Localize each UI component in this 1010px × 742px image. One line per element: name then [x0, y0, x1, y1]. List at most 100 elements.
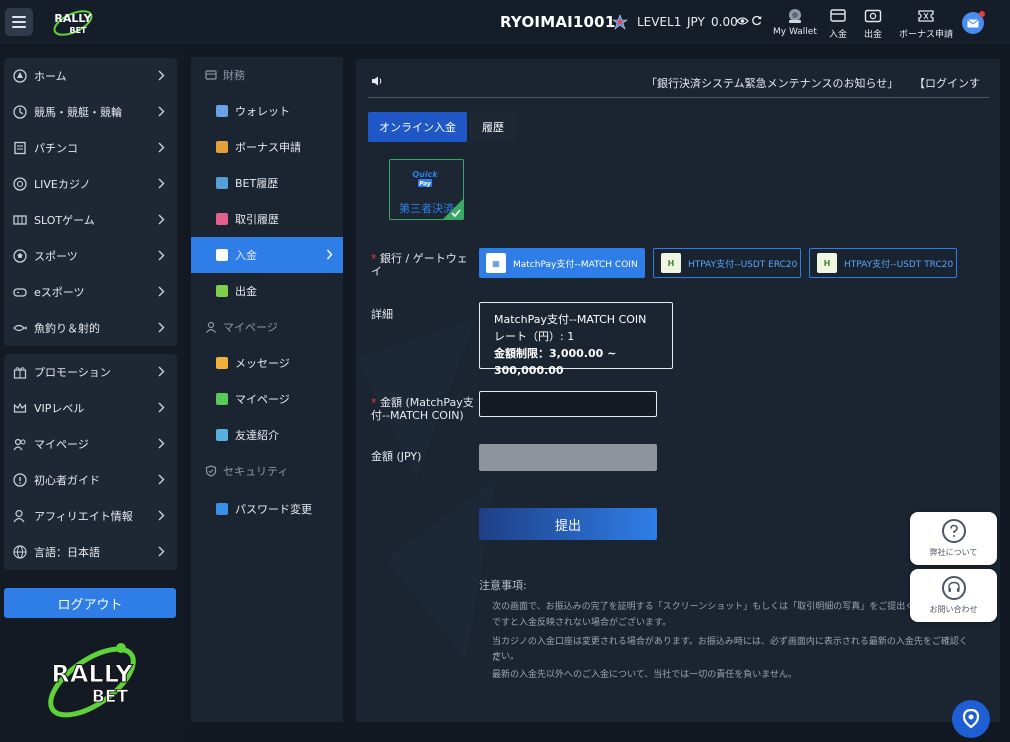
- lock-icon: [216, 503, 228, 515]
- bet-history-icon: [216, 177, 228, 189]
- eye-icon[interactable]: [736, 16, 749, 26]
- svg-text:BET: BET: [69, 26, 87, 35]
- bonus-ticket-icon: [918, 10, 934, 22]
- submit-button[interactable]: 提出: [479, 508, 657, 540]
- subnav-item-messages[interactable]: メッセージ: [191, 345, 343, 381]
- detail-limit: 金額制限：3,000.00 ~ 300,000.00: [494, 347, 617, 377]
- deposit-panel: 「銀行決済システム緊急メンテナンスのお知らせ」 【ログインす オンライン入金 履…: [356, 59, 1000, 722]
- chevron-right-icon: [158, 474, 165, 485]
- pachinko-icon: [12, 140, 28, 156]
- users-icon: [12, 436, 28, 452]
- announcement-ticker[interactable]: 「銀行決済システム緊急メンテナンスのお知らせ」: [646, 75, 898, 91]
- transaction-icon: [216, 213, 228, 225]
- wallet-icon: [216, 105, 228, 117]
- detail-gateway-name: MatchPay支付--MATCH COIN: [494, 313, 647, 326]
- gateway-details-box: MatchPay支付--MATCH COIN レート（円）: 1 金額制限：3,…: [479, 302, 673, 377]
- sidebar-item-vip[interactable]: VIPレベル: [4, 390, 177, 426]
- sidebar-item-esports[interactable]: eスポーツ: [4, 274, 177, 310]
- refresh-icon[interactable]: [751, 15, 762, 26]
- level-badge-icon: [612, 14, 628, 30]
- subnav-item-refer-friend[interactable]: 友達紹介: [191, 417, 343, 453]
- profile-icon: [216, 393, 228, 405]
- about-us-widget[interactable]: 弊社について: [910, 512, 997, 565]
- sidebar-item-pachinko[interactable]: パチンコ: [4, 130, 177, 166]
- gateway-label-text: HTPAY支付--USDT ERC20: [688, 259, 798, 270]
- shield-icon: [205, 465, 217, 477]
- subnav-item-bonus-request[interactable]: ボーナス申請: [191, 129, 343, 165]
- bonus-icon: [216, 141, 228, 153]
- my-wallet-button[interactable]: My Wallet: [773, 8, 817, 37]
- tab-online-deposit[interactable]: オンライン入金: [368, 112, 467, 142]
- sidebar-item-home[interactable]: ホーム: [4, 58, 177, 94]
- deposit-header-button[interactable]: 入金: [829, 8, 847, 40]
- speaker-icon: [372, 76, 382, 86]
- sidebar-item-live-casino[interactable]: LIVEカジノ: [4, 166, 177, 202]
- subnav-item-label: BET履歴: [235, 177, 279, 190]
- finance-icon: [205, 70, 217, 80]
- sidebar-item-mypage[interactable]: マイページ: [4, 426, 177, 462]
- sidebar-item-label: プロモーション: [34, 366, 111, 379]
- subnav-item-bet-history[interactable]: BET履歴: [191, 165, 343, 201]
- note-line: 次の画面で、お振込みの完了を証明する「スクリーンショット」もしくは「取引明細の写…: [492, 602, 933, 612]
- sidebar-item-fishing[interactable]: 魚釣り＆射的: [4, 310, 177, 346]
- gateway-htpay-erc20-button[interactable]: H HTPAY支付--USDT ERC20: [653, 248, 801, 278]
- tab-history[interactable]: 履歴: [470, 112, 516, 142]
- chevron-right-icon: [158, 366, 165, 377]
- bonus-request-header-button[interactable]: ボーナス申請: [899, 8, 953, 40]
- sidebar-item-slot[interactable]: SLOTゲーム: [4, 202, 177, 238]
- subnav-item-label: 取引履歴: [235, 213, 279, 226]
- chevron-right-icon: [158, 438, 165, 449]
- sidebar-item-label: マイページ: [34, 438, 89, 451]
- sidebar-item-beginner-guide[interactable]: 初心者ガイド: [4, 462, 177, 498]
- gateway-matchpay-button[interactable]: ▦ MatchPay支付--MATCH COIN: [479, 248, 645, 278]
- divider: [368, 97, 989, 98]
- sidebar-item-affiliate[interactable]: アフィリエイト情報: [4, 498, 177, 534]
- gateway-htpay-trc20-button[interactable]: H HTPAY支付--USDT TRC20: [809, 248, 957, 278]
- notes-title: 注意事項:: [479, 579, 527, 592]
- bonus-request-header-label: ボーナス申請: [899, 30, 954, 40]
- top-header: RALLY BET RYOIMAI1001 LEVEL1 JPY 0.00 My…: [0, 0, 1010, 46]
- subnav-item-deposit[interactable]: 入金: [191, 237, 343, 273]
- sidebar-item-sports[interactable]: スポーツ: [4, 238, 177, 274]
- chevron-right-icon: [158, 322, 165, 333]
- section-finance: 財務: [191, 57, 343, 93]
- note-line: ですと入金反映されない場合がございます。: [492, 618, 672, 628]
- subnav-item-transaction-history[interactable]: 取引履歴: [191, 201, 343, 237]
- sidebar-item-language[interactable]: 言語：日本語: [4, 534, 177, 570]
- quickpay-logo-icon: Quick Pay: [412, 170, 438, 188]
- payment-method-third-party[interactable]: Quick Pay 第三者決済: [389, 159, 464, 220]
- contact-widget[interactable]: お問い合わせ: [910, 569, 997, 622]
- subnav-item-mypage[interactable]: マイページ: [191, 381, 343, 417]
- affiliate-icon: [12, 508, 28, 524]
- currency-label: JPY: [687, 15, 705, 29]
- sidebar-item-racing[interactable]: 競馬・競艇・競輪: [4, 94, 177, 130]
- username: RYOIMAI1001: [500, 13, 616, 31]
- sidebar-item-label: 競馬・競艇・競輪: [34, 106, 122, 119]
- subnav-item-withdraw[interactable]: 出金: [191, 273, 343, 309]
- sidebar-item-label: アフィリエイト情報: [34, 510, 133, 523]
- user-icon: [206, 321, 216, 333]
- note-line: 最新の入金先以外へのご入金について、当社では一切の責任を負いません。: [492, 670, 798, 680]
- contact-label: お問い合わせ: [929, 605, 978, 614]
- section-finance-label: 財務: [223, 69, 245, 82]
- subnav-item-change-password[interactable]: パスワード変更: [191, 491, 343, 527]
- subnav-item-label: メッセージ: [235, 357, 290, 370]
- withdraw-header-button[interactable]: 出金: [864, 8, 882, 40]
- svg-text:BET: BET: [92, 687, 129, 707]
- rallybet-logo[interactable]: RALLY BET: [50, 6, 96, 40]
- withdraw-icon: [864, 9, 882, 23]
- sidebar-item-promotion[interactable]: プロモーション: [4, 354, 177, 390]
- deposit-icon: [830, 9, 846, 22]
- chat-button[interactable]: [952, 700, 990, 738]
- logout-button[interactable]: ログアウト: [4, 588, 176, 618]
- subnav-item-label: マイページ: [235, 393, 290, 406]
- hamburger-menu-button[interactable]: [5, 8, 33, 36]
- subnav-item-label: ボーナス申請: [235, 141, 301, 154]
- question-icon: [941, 519, 966, 543]
- subnav-item-wallet[interactable]: ウォレット: [191, 93, 343, 129]
- sidebar-item-label: 言語：日本語: [34, 546, 100, 559]
- announcement-ticker-next[interactable]: 【ログインす: [914, 75, 980, 91]
- matchpay-icon: ▦: [486, 253, 506, 273]
- esports-icon: [12, 284, 28, 300]
- amount-input[interactable]: [479, 391, 657, 417]
